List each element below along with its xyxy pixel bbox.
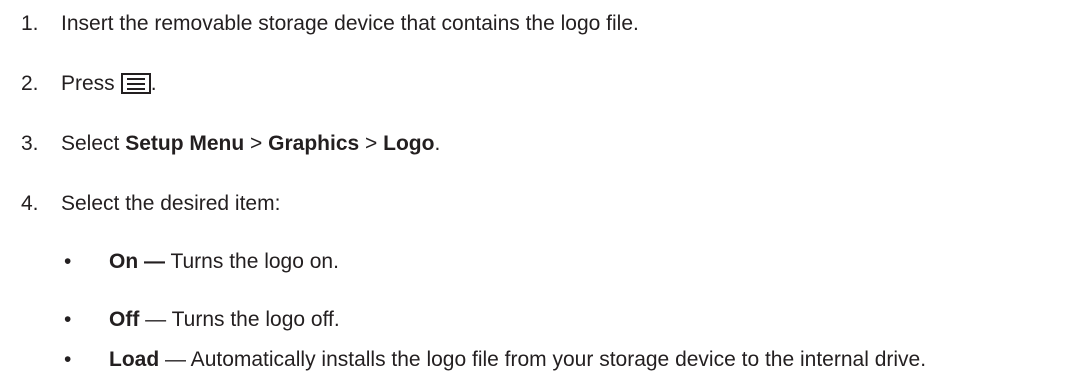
option-description: — Automatically installs the logo file f… bbox=[159, 348, 927, 371]
step-text-period: . bbox=[434, 132, 441, 155]
step-number: 2. bbox=[21, 72, 39, 95]
bullet: • bbox=[64, 250, 72, 273]
menu-path-setup-menu: Setup Menu bbox=[125, 132, 245, 155]
step-number: 4. bbox=[21, 192, 39, 215]
step-text: Insert the removable storage device that… bbox=[61, 12, 639, 35]
step-text-period: . bbox=[150, 72, 157, 95]
step-text: Select the desired item: bbox=[61, 192, 281, 215]
bullet: • bbox=[64, 348, 72, 371]
menu-path-graphics: Graphics bbox=[268, 132, 360, 155]
bullet: • bbox=[64, 308, 72, 331]
option-description: — Turns the logo off. bbox=[139, 308, 340, 331]
option-term: On — bbox=[109, 250, 165, 273]
path-separator: > bbox=[244, 132, 269, 155]
step-text: Select bbox=[61, 132, 126, 155]
step-number: 1. bbox=[21, 12, 39, 35]
step-number: 3. bbox=[21, 132, 39, 155]
menu-path-logo: Logo bbox=[383, 132, 435, 155]
option-description: Turns the logo on. bbox=[165, 250, 339, 273]
path-separator: > bbox=[359, 132, 384, 155]
option-term: Off bbox=[109, 308, 140, 331]
menu-icon bbox=[120, 73, 151, 94]
option-term: Load bbox=[109, 348, 160, 371]
step-text: Press bbox=[61, 72, 115, 95]
